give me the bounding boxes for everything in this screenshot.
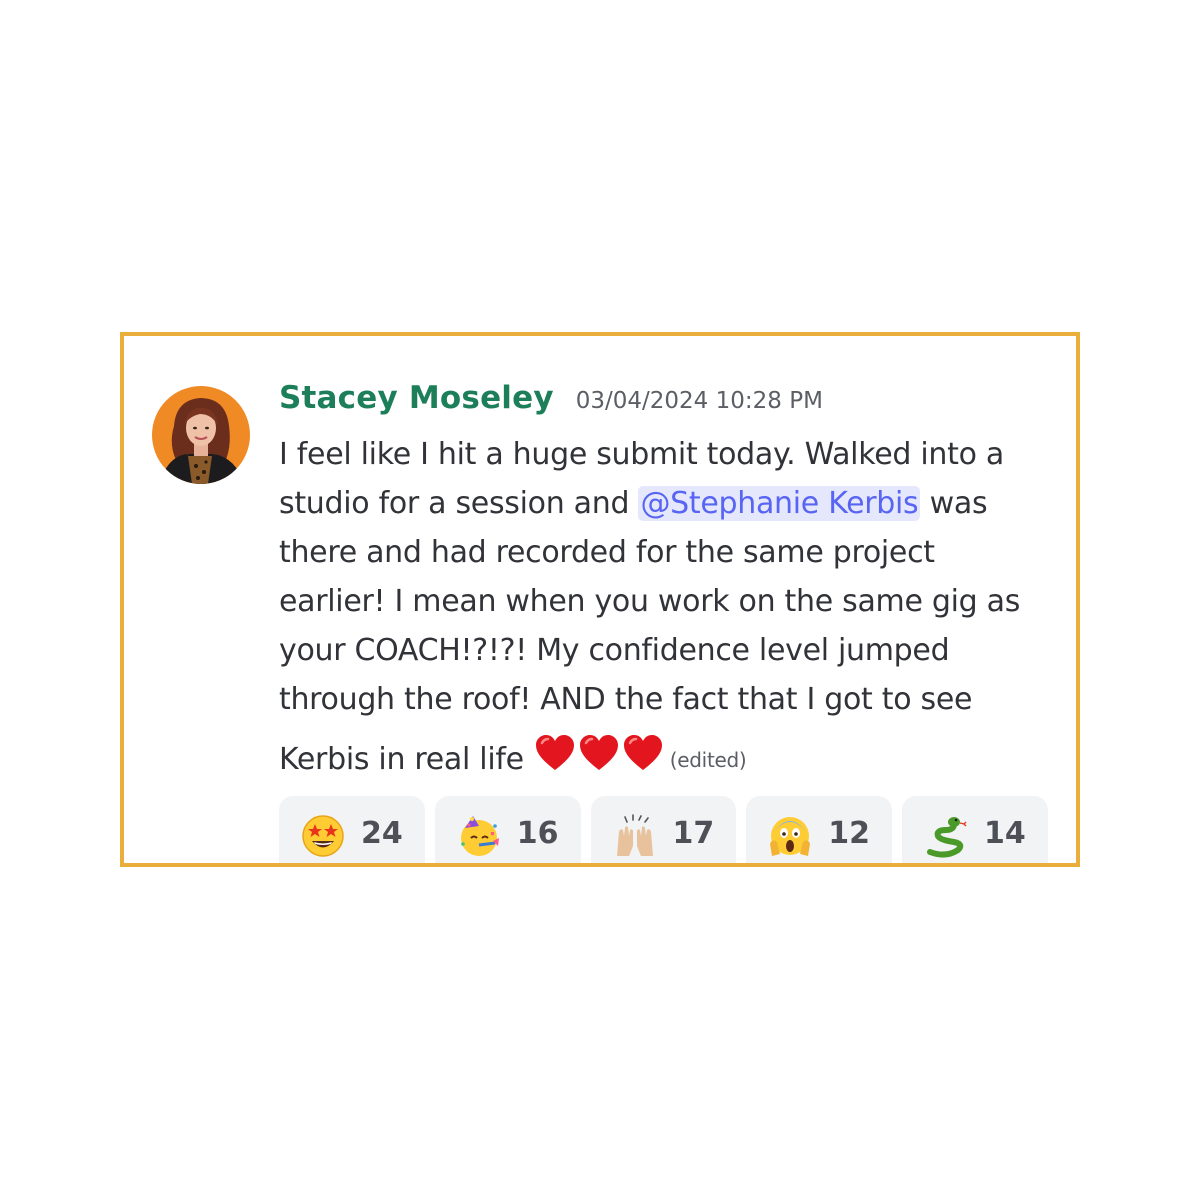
emoji-group — [534, 734, 666, 787]
reaction-star-struck[interactable]: 24 — [279, 796, 425, 863]
raising-hands-icon — [613, 814, 657, 858]
message-line: through the roof! AND the fact that I go… — [279, 682, 973, 717]
avatar[interactable] — [152, 386, 250, 484]
red-heart-icon — [622, 734, 664, 787]
screaming-face-icon — [768, 814, 812, 858]
user-mention[interactable]: @Stephanie Kerbis — [638, 486, 921, 521]
message-line: studio for a session and @Stephanie Kerb… — [279, 479, 1069, 528]
message-card: Stacey Moseley 03/04/2024 10:28 PM I fee… — [120, 332, 1080, 867]
star-struck-icon — [301, 814, 345, 858]
message-line: Kerbis in real life (edited) — [279, 734, 1069, 787]
red-heart-icon — [534, 734, 576, 787]
red-heart-icon — [578, 734, 620, 787]
message-timestamp: 03/04/2024 10:28 PM — [575, 388, 823, 414]
message-line: earlier! I mean when you work on the sam… — [279, 584, 1021, 619]
avatar-image — [152, 386, 250, 484]
message-text: was — [920, 486, 988, 521]
snake-icon — [924, 814, 968, 858]
message-text: studio for a session and — [279, 486, 639, 521]
reaction-bar: 24 16 17 12 14 — [279, 796, 1048, 863]
message-content: I feel like I hit a huge submit today. W… — [279, 430, 1069, 787]
partying-face-icon — [457, 814, 501, 858]
message-line: I feel like I hit a huge submit today. W… — [279, 437, 1004, 472]
reaction-count: 16 — [516, 816, 559, 851]
edited-label: (edited) — [669, 748, 747, 772]
message-header: Stacey Moseley 03/04/2024 10:28 PM — [279, 380, 823, 424]
reaction-count: 17 — [672, 816, 715, 851]
message-line: your COACH!?!?! My confidence level jump… — [279, 633, 950, 668]
reaction-partying-face[interactable]: 16 — [434, 796, 581, 863]
reaction-count: 14 — [984, 816, 1026, 851]
reaction-raising-hands[interactable]: 17 — [590, 796, 737, 863]
author-name[interactable]: Stacey Moseley — [279, 380, 554, 416]
message-text: Kerbis in real life — [279, 742, 524, 777]
reaction-count: 12 — [828, 816, 870, 851]
reaction-screaming-face[interactable]: 12 — [746, 796, 892, 863]
reaction-snake[interactable]: 14 — [902, 796, 1048, 863]
message-line: there and had recorded for the same proj… — [279, 535, 935, 570]
reaction-count: 24 — [361, 816, 403, 851]
